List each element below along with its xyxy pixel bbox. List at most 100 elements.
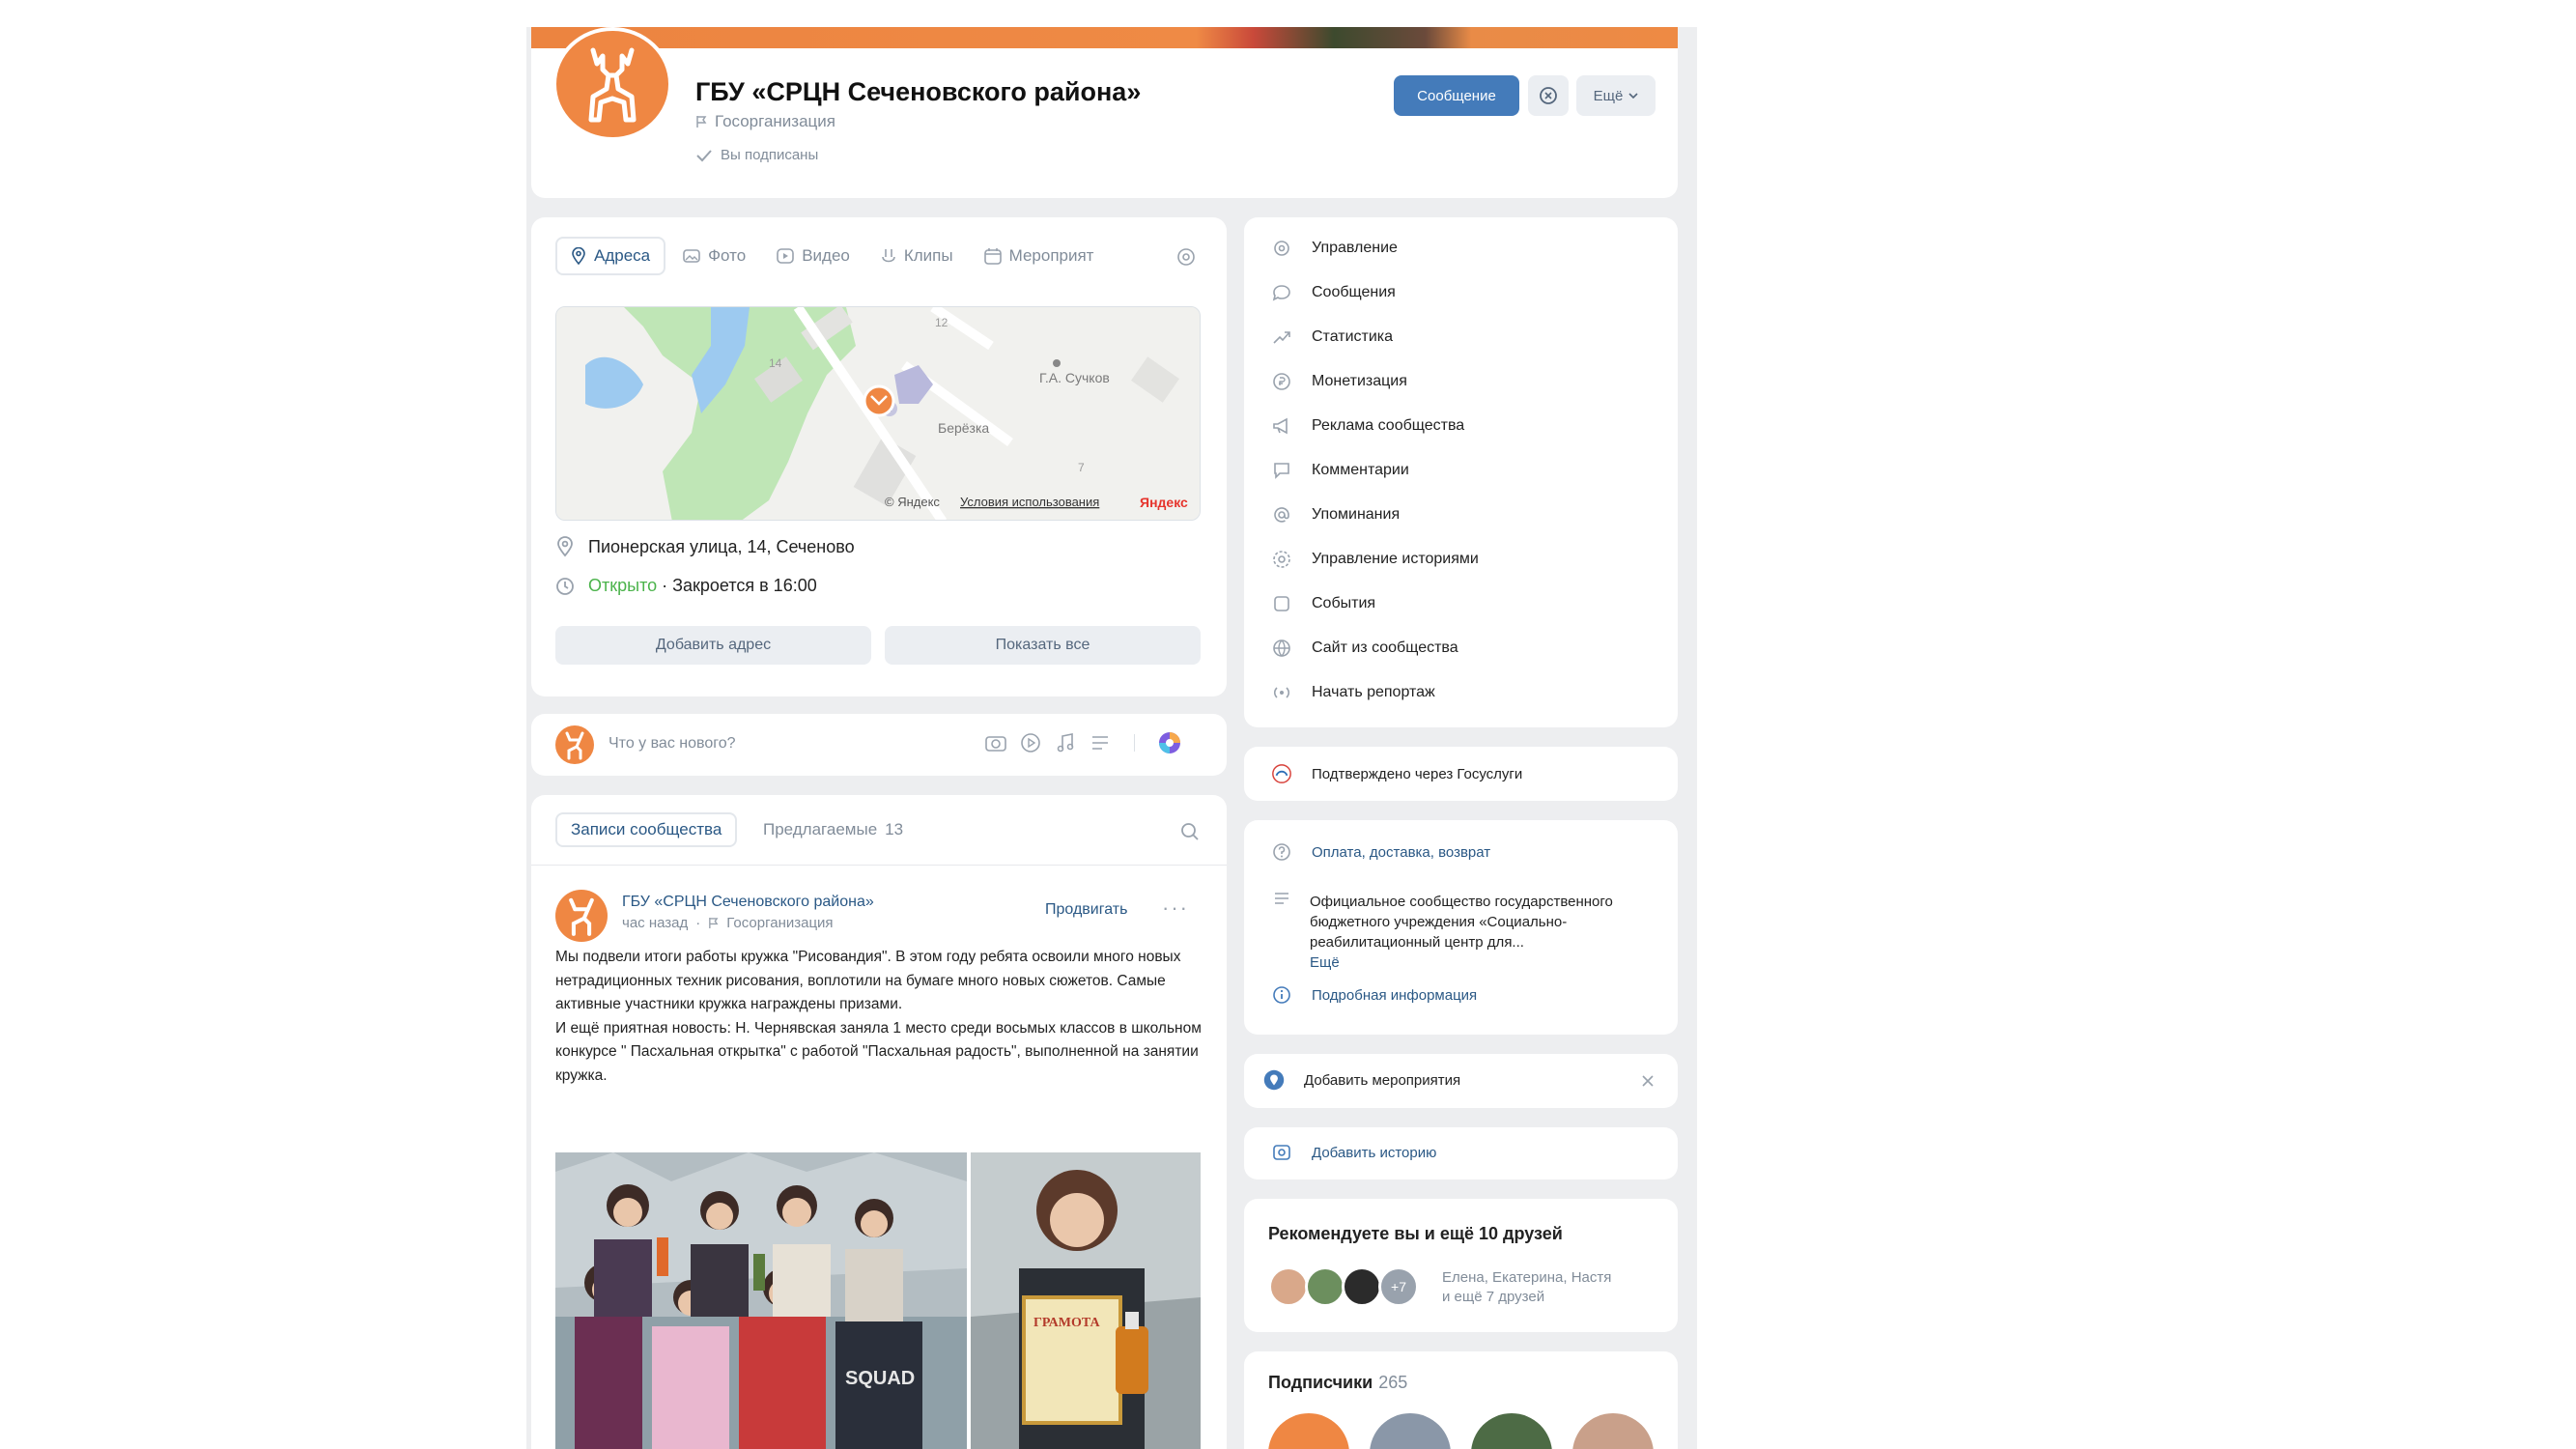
tab-addresses[interactable]: Адреса bbox=[555, 237, 666, 275]
more-dots-icon[interactable]: ··· bbox=[1162, 895, 1189, 921]
story-icon bbox=[1271, 549, 1292, 570]
comment-icon bbox=[1271, 460, 1292, 481]
hours-row[interactable]: Открыто · Закроется в 16:00 bbox=[555, 576, 817, 596]
deer-logo-icon bbox=[569, 897, 594, 936]
subscribers-title[interactable]: Подписчики 265 bbox=[1268, 1373, 1407, 1393]
payment-link[interactable]: Оплата, доставка, возврат bbox=[1271, 841, 1490, 863]
map-marker-icon[interactable] bbox=[863, 384, 895, 417]
friends-names[interactable]: Елена, Екатерина, Настя и ещё 7 друзей bbox=[1442, 1268, 1611, 1307]
sidebar-item-stats[interactable]: Статистика bbox=[1271, 327, 1393, 348]
post-photo-diploma[interactable]: ГРАМОТА bbox=[971, 1152, 1201, 1449]
tab-videos[interactable]: Видео bbox=[763, 237, 863, 275]
sidebar-item-ads[interactable]: Реклама сообщества bbox=[1271, 415, 1464, 437]
sidebar-item-manage[interactable]: Управление bbox=[1271, 238, 1398, 259]
subscriber-avatar[interactable] bbox=[1572, 1413, 1654, 1449]
tab-events[interactable]: Мероприят bbox=[971, 237, 1108, 275]
pin-icon bbox=[557, 536, 573, 557]
sidebar-item-site[interactable]: Сайт из сообщества bbox=[1271, 638, 1458, 659]
post-photo-group[interactable]: SQUAD bbox=[555, 1152, 967, 1449]
flag-icon bbox=[696, 116, 707, 128]
community-feed: Записи сообщества Предлагаемые 13 ГБУ «СР… bbox=[531, 795, 1227, 1449]
more-friends-badge[interactable]: +7 bbox=[1378, 1266, 1419, 1307]
friends-avatars[interactable]: +7 bbox=[1268, 1266, 1419, 1307]
sidebar-item-events[interactable]: События bbox=[1271, 593, 1375, 614]
media-tabs-card: Адреса Фото Видео Клипы Мероприят Г.А. С… bbox=[531, 217, 1227, 696]
avatar[interactable] bbox=[1342, 1266, 1382, 1307]
address-row[interactable]: Пионерская улица, 14, Сеченово bbox=[555, 536, 855, 557]
closing-time: · Закроется в 16:00 bbox=[662, 576, 817, 595]
search-icon[interactable] bbox=[1180, 822, 1200, 841]
sidebar-item-monetization[interactable]: Монетизация bbox=[1271, 371, 1407, 392]
chat-icon bbox=[1271, 282, 1292, 303]
article-icon[interactable] bbox=[1090, 732, 1111, 753]
community-avatar[interactable] bbox=[552, 27, 672, 141]
camera-icon[interactable] bbox=[985, 733, 1006, 753]
map-label-number: 12 bbox=[935, 316, 948, 329]
camera-icon bbox=[1271, 1142, 1292, 1163]
flag-icon bbox=[709, 918, 719, 928]
bell-icon bbox=[1540, 87, 1557, 104]
post-author-name[interactable]: ГБУ «СРЦН Сеченовского района» bbox=[622, 894, 874, 911]
post-composer[interactable]: Что у вас нового? bbox=[531, 714, 1227, 776]
description-icon bbox=[1271, 888, 1292, 909]
tabs-settings-icon[interactable] bbox=[1176, 247, 1196, 267]
subscriber-avatar[interactable] bbox=[1471, 1413, 1552, 1449]
add-story-card[interactable]: Добавить историю bbox=[1244, 1127, 1678, 1179]
map-terms-link[interactable]: Условия использования bbox=[960, 495, 1099, 509]
subscribed-status[interactable]: Вы подписаны bbox=[695, 147, 818, 163]
message-button[interactable]: Сообщение bbox=[1394, 75, 1519, 116]
show-all-button[interactable]: Показать все bbox=[885, 626, 1201, 665]
sidebar-item-messages[interactable]: Сообщения bbox=[1271, 282, 1396, 303]
map-copyright: © Яндекс bbox=[885, 495, 940, 509]
gosuslugi-card[interactable]: Подтверждено через Госуслуги bbox=[1244, 747, 1678, 801]
sidebar-item-comments[interactable]: Комментарии bbox=[1271, 460, 1409, 481]
add-event-button[interactable]: Добавить мероприятия bbox=[1263, 1069, 1460, 1091]
map-brand[interactable]: Яндекс bbox=[1140, 495, 1188, 510]
add-story-button[interactable]: Добавить историю bbox=[1271, 1142, 1436, 1163]
gosuslugi-icon bbox=[1271, 763, 1292, 784]
tab-photos[interactable]: Фото bbox=[669, 237, 759, 275]
community-page: ГБУ «СРЦН Сеченовского района» Госоргани… bbox=[526, 27, 1697, 1449]
video-icon[interactable] bbox=[1020, 732, 1041, 753]
post-meta: час назад · Госорганизация bbox=[622, 915, 834, 931]
avatar[interactable] bbox=[1305, 1266, 1345, 1307]
community-header: ГБУ «СРЦН Сеченовского района» Госоргани… bbox=[531, 27, 1678, 198]
avatar[interactable] bbox=[1268, 1266, 1309, 1307]
description-more-link[interactable]: Ещё bbox=[1310, 954, 1340, 971]
composer-input[interactable]: Что у вас нового? bbox=[609, 735, 736, 753]
address-text: Пионерская улица, 14, Сеченово bbox=[588, 536, 855, 556]
more-button[interactable]: Ещё bbox=[1576, 75, 1656, 116]
sidebar-item-stories[interactable]: Управление историями bbox=[1271, 549, 1479, 570]
subscriber-avatar[interactable] bbox=[1370, 1413, 1451, 1449]
post-author-avatar[interactable] bbox=[555, 890, 608, 942]
sidebar-item-broadcast[interactable]: Начать репортаж bbox=[1271, 682, 1435, 703]
promote-button[interactable]: Продвигать bbox=[1045, 901, 1127, 919]
coin-icon bbox=[1271, 371, 1292, 392]
post-author-type: Госорганизация bbox=[726, 915, 834, 931]
music-icon[interactable] bbox=[1055, 732, 1076, 753]
notifications-button[interactable] bbox=[1528, 75, 1569, 116]
tab-suggested-posts[interactable]: Предлагаемые 13 bbox=[750, 812, 917, 847]
add-event-card[interactable]: Добавить мероприятия bbox=[1244, 1054, 1678, 1108]
add-address-button[interactable]: Добавить адрес bbox=[555, 626, 871, 665]
page-title: ГБУ «СРЦН Сеченовского района» bbox=[695, 77, 1142, 106]
marusia-icon[interactable] bbox=[1158, 731, 1181, 754]
video-icon bbox=[777, 248, 794, 264]
map-widget[interactable]: ⌂ Г.А. Сучков 12 14 7 Берёзка © Яндекс У… bbox=[555, 306, 1201, 521]
recommend-card: Рекомендуете вы и ещё 10 друзей +7 Елена… bbox=[1244, 1199, 1678, 1332]
separator: · bbox=[695, 915, 701, 931]
tab-community-posts[interactable]: Записи сообщества bbox=[555, 812, 738, 847]
cover-image[interactable] bbox=[531, 27, 1678, 48]
chevron-down-icon bbox=[1628, 93, 1638, 99]
tab-clips[interactable]: Клипы bbox=[867, 237, 967, 275]
close-icon[interactable] bbox=[1642, 1075, 1654, 1087]
map-canvas[interactable]: ⌂ Г.А. Сучков 12 14 7 Берёзка © Яндекс У… bbox=[556, 307, 1201, 521]
composer-tools bbox=[985, 731, 1181, 754]
sidebar-item-mentions[interactable]: Упоминания bbox=[1271, 504, 1400, 526]
gear-icon bbox=[1271, 238, 1292, 259]
globe-icon bbox=[1271, 638, 1292, 659]
gosuslugi-verified[interactable]: Подтверждено через Госуслуги bbox=[1271, 763, 1522, 784]
subscriber-avatar[interactable] bbox=[1268, 1413, 1349, 1449]
post-time[interactable]: час назад bbox=[622, 915, 688, 931]
details-link[interactable]: Подробная информация bbox=[1271, 984, 1477, 1006]
